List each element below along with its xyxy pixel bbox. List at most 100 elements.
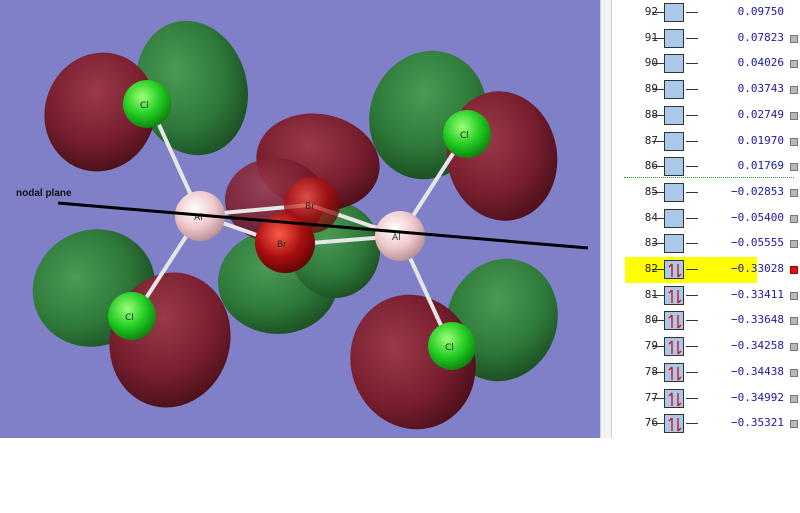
occupied-orbital-box[interactable] (664, 362, 684, 382)
mo-row[interactable]: 92 0.09750 (612, 0, 800, 26)
level-line-right (686, 63, 698, 65)
mo-checkbox[interactable] (790, 240, 798, 249)
mo-row[interactable]: 83 −0.05555 (612, 231, 800, 257)
mo-checkbox[interactable] (790, 188, 798, 197)
mo-checkbox[interactable] (790, 86, 798, 95)
level-line-right (686, 191, 698, 193)
level-line-right (686, 37, 698, 39)
mo-row[interactable]: 79 −0.34258 (612, 334, 800, 360)
label-br-bottom: Br (277, 240, 287, 250)
mo-checkbox[interactable] (790, 214, 798, 223)
empty-orbital-box[interactable] (664, 105, 684, 125)
level-line-left (652, 114, 664, 116)
mo-energy: −0.05555 (731, 236, 784, 250)
occupied-orbital-box[interactable] (664, 388, 684, 408)
empty-orbital-box[interactable] (664, 28, 684, 48)
electron-pair-icon (668, 340, 682, 355)
mo-energy: −0.33028 (731, 262, 784, 275)
occupied-orbital-box[interactable] (664, 311, 684, 331)
level-line-right (686, 269, 698, 270)
mo-energy: −0.02853 (731, 184, 784, 198)
level-line-left (652, 63, 664, 65)
mo-checkbox[interactable] (790, 291, 798, 300)
mo-row[interactable]: 85 −0.02853 (612, 180, 800, 206)
mo-energy: −0.34438 (731, 364, 784, 378)
mo-checkbox[interactable] (790, 317, 798, 326)
homo-lumo-separator (624, 177, 794, 178)
electron-pair-icon (668, 392, 682, 406)
molecule-viewport[interactable]: Cl Cl Cl Cl Al Al Br Br nodal plane (0, 0, 600, 438)
level-line-right (686, 12, 698, 13)
empty-orbital-box[interactable] (664, 131, 684, 151)
occupied-orbital-box[interactable] (664, 414, 684, 434)
level-line-left (652, 243, 664, 245)
empty-orbital-box[interactable] (664, 3, 684, 22)
mo-row[interactable]: 76 −0.35321 (612, 411, 800, 437)
panel-divider[interactable] (600, 0, 612, 438)
mo-energy: −0.34992 (731, 390, 784, 404)
label-cl-bottom-left: Cl (125, 313, 134, 323)
empty-orbital-box[interactable] (664, 182, 684, 202)
mo-energy: 0.01769 (737, 159, 784, 173)
empty-orbital-box[interactable] (664, 208, 684, 228)
mo-row[interactable]: 90 0.04026 (612, 51, 800, 77)
mo-row[interactable]: 77 −0.34992 (612, 386, 800, 412)
mo-energy: −0.34258 (731, 339, 784, 353)
mo-energy: 0.04026 (737, 56, 784, 70)
level-line-left (652, 346, 664, 348)
mo-row[interactable]: 81 −0.33411 (612, 283, 800, 309)
mo-energy: −0.33411 (731, 287, 784, 301)
label-br-top: Br (305, 202, 315, 212)
mo-checkbox[interactable] (790, 420, 798, 429)
level-line-left (652, 37, 664, 39)
level-line-right (686, 140, 698, 142)
level-line-right (686, 371, 698, 373)
level-line-right (686, 397, 698, 399)
level-line-left (652, 12, 664, 13)
level-line-right (686, 243, 698, 245)
mo-row[interactable]: 89 0.03743 (612, 77, 800, 103)
mo-row[interactable]: 84 −0.05400 (612, 206, 800, 232)
level-line-left (652, 217, 664, 219)
mo-energy: 0.03743 (737, 82, 784, 96)
mo-row[interactable]: 88 0.02749 (612, 103, 800, 129)
mo-row[interactable]: 82 −0.33028 (612, 257, 800, 283)
molecule-render: Cl Cl Cl Cl Al Al Br Br nodal plane (16, 20, 589, 430)
level-line-left (652, 269, 664, 270)
mo-checkbox-active[interactable] (790, 266, 798, 274)
electron-pair-icon (668, 314, 682, 329)
mo-row[interactable]: 91 0.07823 (612, 26, 800, 52)
mo-energy: 0.07823 (737, 30, 784, 44)
empty-orbital-box[interactable] (664, 54, 684, 74)
label-cl-top-left: Cl (140, 101, 149, 111)
mo-checkbox[interactable] (790, 368, 798, 377)
label-al-right: Al (392, 233, 401, 243)
mo-row[interactable]: 87 0.01970 (612, 129, 800, 155)
occupied-orbital-box[interactable] (664, 337, 684, 357)
mo-checkbox[interactable] (790, 343, 798, 352)
empty-orbital-box[interactable] (664, 234, 684, 254)
mo-row[interactable]: 78 −0.34438 (612, 360, 800, 386)
nodal-plane-label: nodal plane (16, 188, 72, 199)
mo-checkbox[interactable] (790, 60, 798, 69)
mo-checkbox[interactable] (790, 137, 798, 146)
level-line-left (652, 397, 664, 399)
level-line-right (686, 346, 698, 348)
mo-checkbox[interactable] (790, 163, 798, 172)
level-line-right (686, 217, 698, 219)
level-line-right (686, 423, 698, 425)
electron-pair-icon (668, 417, 682, 432)
empty-orbital-box[interactable] (664, 80, 684, 100)
mo-checkbox[interactable] (790, 394, 798, 403)
occupied-orbital-box[interactable] (664, 260, 684, 279)
mo-energy: 0.02749 (737, 107, 784, 121)
empty-orbital-box[interactable] (664, 157, 684, 177)
level-line-left (652, 89, 664, 91)
mo-energy: −0.35321 (731, 416, 784, 430)
mo-row[interactable]: 80 −0.33648 (612, 308, 800, 334)
mo-checkbox[interactable] (790, 111, 798, 120)
mo-checkbox[interactable] (790, 34, 798, 43)
occupied-orbital-box[interactable] (664, 285, 684, 305)
level-line-left (652, 191, 664, 193)
level-line-left (652, 320, 664, 322)
